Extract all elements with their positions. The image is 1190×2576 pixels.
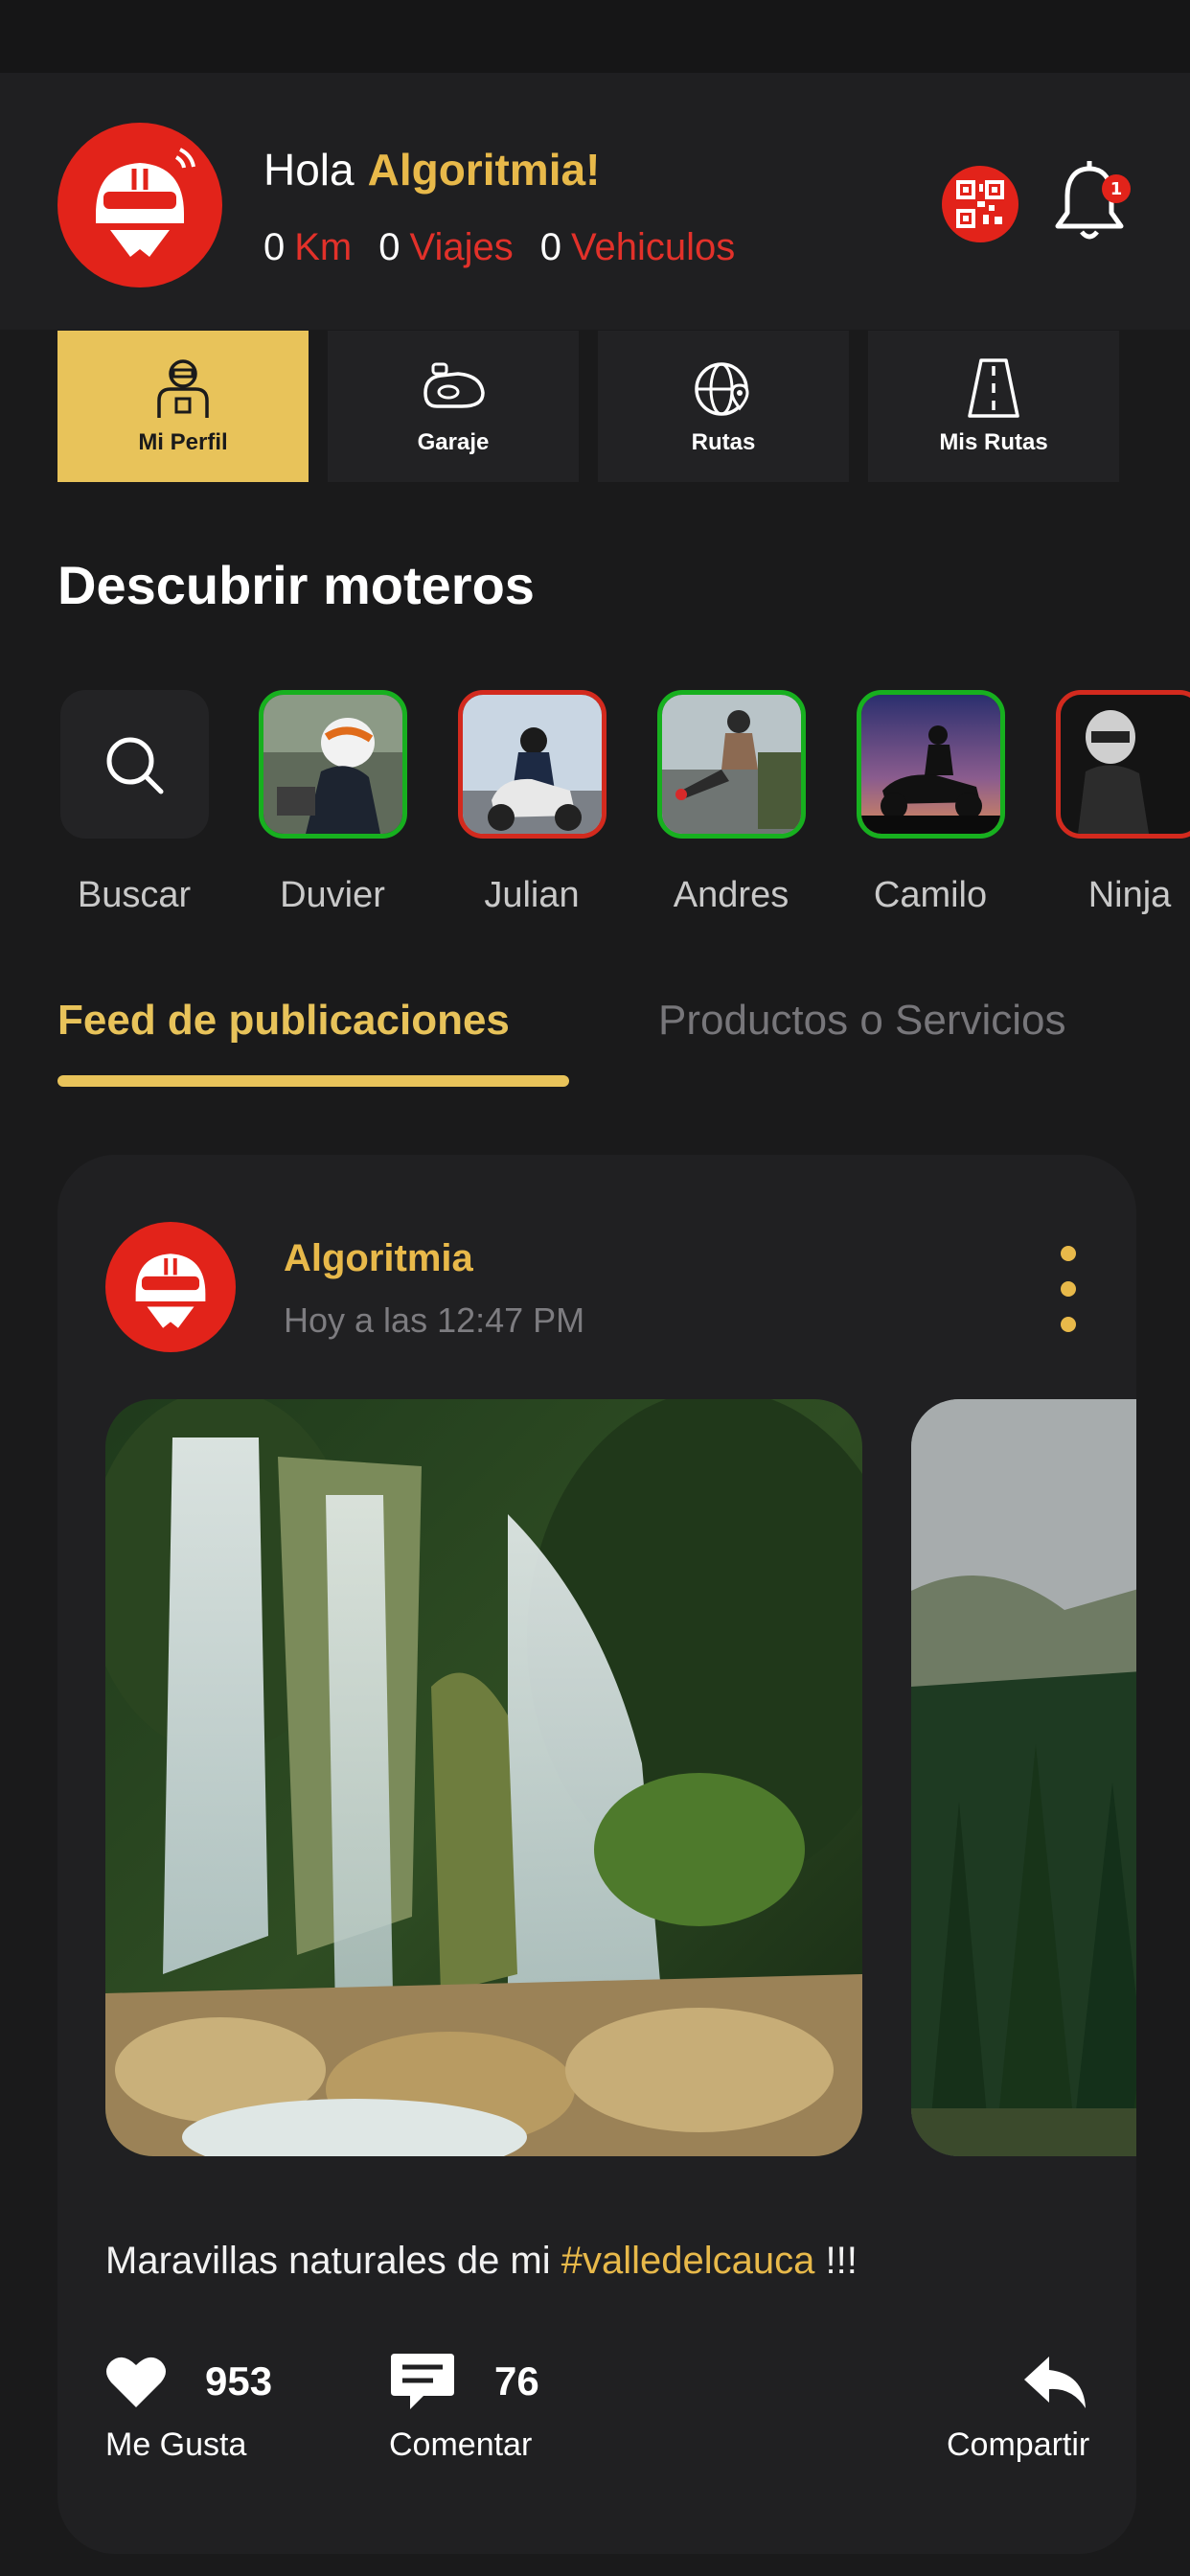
forest-photo (911, 1399, 1136, 2156)
greeting: Hola Algoritmia! (263, 144, 600, 196)
tab-mi-perfil[interactable]: Mi Perfil (57, 331, 309, 482)
stat-label: Viajes (409, 226, 514, 268)
post-author-name[interactable]: Algoritmia (284, 1237, 473, 1280)
rider-avatar[interactable] (656, 690, 806, 839)
helmet-logo-icon (135, 1254, 206, 1328)
globe-pin-icon (695, 362, 749, 416)
dot-icon (1061, 1281, 1076, 1297)
stat-value: 0 (378, 226, 400, 268)
comment-icon (391, 2354, 454, 2409)
greeting-text: Hola (263, 145, 355, 195)
motorcycle-tank-icon (423, 362, 485, 408)
post-caption: Maravillas naturales de mi #valledelcauc… (105, 2240, 858, 2283)
like-button[interactable]: 953 Me Gusta (105, 2348, 272, 2464)
qr-code-icon (956, 180, 1004, 228)
user-name: Algoritmia! (367, 145, 601, 195)
helmet-logo-icon (96, 148, 195, 257)
rider-photo (1060, 695, 1190, 834)
stat-label: Vehiculos (570, 226, 736, 268)
rider-name: Andres (673, 875, 790, 915)
rider-item-camilo[interactable]: Camilo (854, 690, 1007, 916)
post-image-waterfall[interactable] (105, 1399, 862, 2156)
tab-products-services[interactable]: Productos o Servicios (658, 997, 1066, 1045)
comment-label: Comentar (389, 2426, 533, 2463)
tab-feed[interactable]: Feed de publicaciones (57, 997, 510, 1045)
rider-item-andres[interactable]: Andres (654, 690, 808, 916)
comment-count: 76 (494, 2358, 539, 2404)
rider-photo (661, 695, 801, 834)
rider-photo (263, 695, 402, 834)
rider-name: Camilo (873, 875, 988, 915)
active-tab-indicator (57, 1075, 569, 1087)
dot-icon (1061, 1317, 1076, 1332)
feed-tabs: Feed de publicaciones Productos o Servic… (57, 997, 1190, 1092)
share-reply-icon (1024, 2357, 1087, 2408)
caption-text-end: !!! (814, 2240, 858, 2282)
post-options-button[interactable] (1054, 1246, 1083, 1332)
riders-carousel: Buscar Duvier Julian Andres Camilo Ninja (57, 690, 1190, 930)
notifications-button[interactable]: 1 (1046, 157, 1133, 249)
user-stats: 0 Km 0 Viajes 0 Vehiculos (263, 226, 735, 269)
tab-label: Rutas (691, 429, 756, 455)
rider-photo (462, 695, 602, 834)
stat-trips: 0 Viajes (378, 226, 513, 269)
search-icon (106, 737, 164, 794)
caption-text: Maravillas naturales de mi (105, 2240, 561, 2282)
like-count: 953 (205, 2358, 273, 2404)
rider-item-julian[interactable]: Julian (455, 690, 608, 916)
stat-value: 0 (263, 226, 286, 268)
post-author-avatar[interactable] (105, 1222, 236, 1352)
tab-label: Garaje (417, 429, 490, 455)
stat-label: Km (294, 226, 353, 268)
rider-avatar[interactable] (258, 690, 407, 839)
comment-button[interactable]: 76 Comentar (389, 2348, 539, 2464)
bell-icon (1055, 161, 1124, 240)
notification-badge: 1 (1102, 174, 1131, 203)
rider-photo (860, 695, 1000, 834)
rider-avatar[interactable] (1055, 690, 1190, 839)
rider-avatar[interactable] (856, 690, 1005, 839)
dot-icon (1061, 1246, 1076, 1261)
rider-item-ninja[interactable]: Ninja (1053, 690, 1190, 916)
rider-name: Julian (484, 875, 580, 915)
tab-rutas[interactable]: Rutas (598, 331, 849, 482)
post-timestamp: Hoy a las 12:47 PM (284, 1300, 585, 1340)
post-card: Algoritmia Hoy a las 12:47 PM Maravillas… (57, 1155, 1136, 2554)
road-icon (968, 358, 1019, 418)
waterfall-photo (105, 1399, 862, 2156)
main-nav-tabs: Mi Perfil Garaje Rutas Mis Rutas (57, 331, 1140, 482)
search-tile[interactable] (59, 690, 209, 839)
user-avatar[interactable] (57, 123, 222, 288)
rider-name: Ninja (1087, 875, 1172, 915)
rider-name: Duvier (280, 875, 385, 915)
like-label: Me Gusta (105, 2426, 247, 2463)
post-image-forest[interactable] (911, 1399, 1136, 2156)
tab-mis-rutas[interactable]: Mis Rutas (868, 331, 1119, 482)
search-label: Buscar (77, 875, 192, 915)
qr-code-button[interactable] (942, 166, 1018, 242)
heart-icon (106, 2357, 166, 2407)
share-button[interactable]: Compartir (947, 2348, 1089, 2464)
hashtag-link[interactable]: #valledelcauca (561, 2240, 815, 2282)
tab-garaje[interactable]: Garaje (328, 331, 579, 482)
tab-label: Mis Rutas (939, 429, 1048, 455)
stat-value: 0 (539, 226, 561, 268)
discover-title: Descubrir moteros (57, 555, 535, 615)
stat-km: 0 Km (263, 226, 352, 269)
rider-profile-icon (157, 359, 209, 418)
profile-header: Hola Algoritmia! 0 Km 0 Viajes 0 Vehiculos 1 (0, 73, 1190, 330)
status-bar (0, 0, 1190, 73)
search-riders-item[interactable]: Buscar (57, 690, 211, 916)
stat-vehicles: 0 Vehiculos (540, 226, 735, 269)
rider-avatar[interactable] (457, 690, 606, 839)
rider-item-duvier[interactable]: Duvier (256, 690, 409, 916)
share-label: Compartir (947, 2426, 1090, 2463)
post-actions: 953 Me Gusta 76 Comentar Compartir (57, 2348, 1136, 2492)
tab-label: Mi Perfil (138, 429, 228, 455)
